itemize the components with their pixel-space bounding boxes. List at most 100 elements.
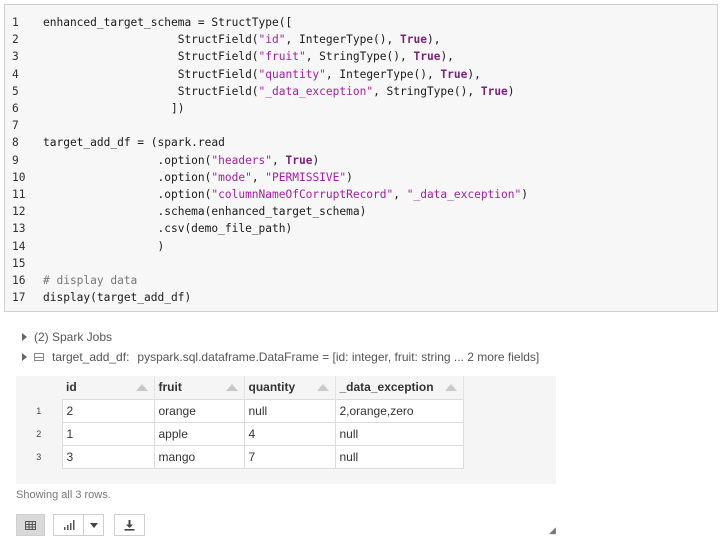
code-token: ) [43, 239, 165, 253]
code-token: , StringType(), [373, 84, 481, 98]
code-token: .option( [43, 153, 212, 167]
code-text: StructField("_data_exception", StringTyp… [43, 83, 515, 100]
code-text: target_add_df = (spark.read [43, 134, 225, 151]
code-text: .csv(demo_file_path) [43, 220, 293, 237]
code-text: .option("headers", True) [43, 152, 320, 169]
column-header-quantity[interactable]: quantity [244, 376, 336, 399]
code-token: True [440, 67, 468, 81]
sort-icon[interactable] [225, 384, 238, 391]
code-text: .schema(enhanced_target_schema) [43, 203, 367, 220]
table-view-button[interactable] [16, 514, 45, 536]
table-cell: 4 [243, 421, 336, 446]
line-number: 8 [12, 136, 19, 150]
table-cell: null [334, 444, 464, 469]
rows-count-note: Showing all 3 rows. [16, 489, 111, 501]
line-number: 1 [12, 16, 19, 29]
expand-caret-icon [22, 333, 27, 341]
bar-chart-icon [63, 520, 74, 530]
table-cell: 2,orange,zero [334, 398, 464, 423]
download-button[interactable] [114, 514, 145, 536]
table-cell: orange [153, 398, 245, 423]
table-cell: 1 [61, 421, 155, 446]
chart-view-button[interactable] [53, 514, 83, 536]
code-token: "_data_exception" [406, 188, 522, 201]
dataframe-name: target_add_df: [52, 350, 130, 364]
code-token: .option( [43, 188, 212, 201]
download-icon [124, 519, 135, 531]
code-token: "fruit" [258, 50, 306, 64]
code-token: .csv(demo_file_path) [43, 222, 293, 236]
code-token: True [413, 50, 441, 64]
table-row: 2 1 apple 4 null [16, 421, 464, 446]
sort-icon[interactable] [135, 384, 148, 391]
table-cell: null [334, 421, 464, 446]
result-table-container: id fruit quantity _data_exception 1 2 or… [16, 376, 556, 484]
row-index-header [16, 376, 62, 399]
code-token: , StringType(), [305, 50, 414, 64]
line-number: 12 [12, 205, 26, 219]
code-token: ]) [43, 102, 185, 115]
code-text: .option("mode", "PERMISSIVE") [43, 169, 353, 186]
line-number: 17 [12, 291, 26, 305]
code-token: .schema(enhanced_target_schema) [43, 205, 367, 219]
code-token: ) [312, 153, 320, 167]
spark-jobs-label: (2) Spark Jobs [34, 330, 113, 344]
line-number: 9 [12, 153, 19, 167]
chart-type-dropdown[interactable] [83, 514, 104, 536]
code-token: "headers" [211, 153, 273, 167]
code-token: # display data [43, 274, 138, 287]
code-token: True [400, 33, 427, 47]
line-number: 11 [12, 188, 26, 201]
column-header-label: id [66, 380, 77, 395]
code-token: .option( [43, 170, 212, 184]
code-token: "mode" [211, 170, 252, 184]
code-token: True [285, 153, 313, 167]
table-row: 1 2 orange null 2,orange,zero [16, 398, 464, 423]
row-index: 3 [16, 445, 62, 468]
column-header-id[interactable]: id [62, 376, 155, 399]
code-token: StructField( [43, 50, 259, 64]
code-token: , [251, 170, 266, 184]
resize-handle-icon[interactable]: ◢ [549, 525, 556, 536]
row-index: 2 [16, 422, 62, 445]
dataframe-schema-toggle[interactable]: target_add_df: pyspark.sql.dataframe.Dat… [22, 350, 539, 364]
code-token: True [480, 84, 508, 98]
code-token: ), [426, 33, 441, 47]
code-token: StructField( [43, 33, 259, 47]
code-token: "PERMISSIVE" [265, 170, 347, 184]
code-token: StructField( [43, 84, 259, 98]
table-icon [34, 353, 44, 361]
column-header-label: quantity [248, 380, 296, 395]
table-cell: 2 [61, 398, 155, 423]
table-cell: null [243, 398, 336, 423]
table-cell: 3 [61, 444, 155, 469]
sort-icon[interactable] [316, 384, 329, 391]
table-cell: 7 [243, 444, 336, 469]
code-token: ) [521, 188, 528, 201]
line-number: 6 [12, 102, 19, 115]
line-number: 5 [12, 84, 19, 98]
code-cell[interactable]: 1 enhanced_target_schema = StructType([2 … [4, 4, 718, 312]
code-token: "quantity" [258, 67, 326, 81]
column-header-label: _data_exception [339, 380, 434, 395]
code-token: ) [507, 84, 515, 98]
column-header-fruit[interactable]: fruit [154, 376, 245, 399]
column-header-data-exception[interactable]: _data_exception [335, 376, 464, 399]
code-text: StructField("id", IntegerType(), True), [43, 31, 441, 48]
code-token: target_add_df = (spark.read [43, 136, 225, 150]
dataframe-type: pyspark.sql.dataframe.DataFrame = [id: i… [137, 350, 540, 364]
line-number: 2 [12, 33, 19, 47]
line-number: 14 [12, 239, 26, 253]
code-token: display(target_add_df) [43, 291, 192, 305]
spark-jobs-toggle[interactable]: (2) Spark Jobs [22, 330, 112, 344]
code-token: , IntegerType(), [285, 33, 401, 47]
code-token: ) [346, 170, 353, 184]
line-number: 15 [12, 256, 26, 270]
line-number: 3 [12, 50, 19, 64]
code-token: , [272, 153, 286, 167]
sort-icon[interactable] [444, 384, 457, 391]
expand-caret-icon [22, 353, 27, 361]
line-number: 10 [12, 170, 26, 184]
line-number: 13 [12, 222, 26, 236]
chevron-down-icon [89, 522, 98, 528]
